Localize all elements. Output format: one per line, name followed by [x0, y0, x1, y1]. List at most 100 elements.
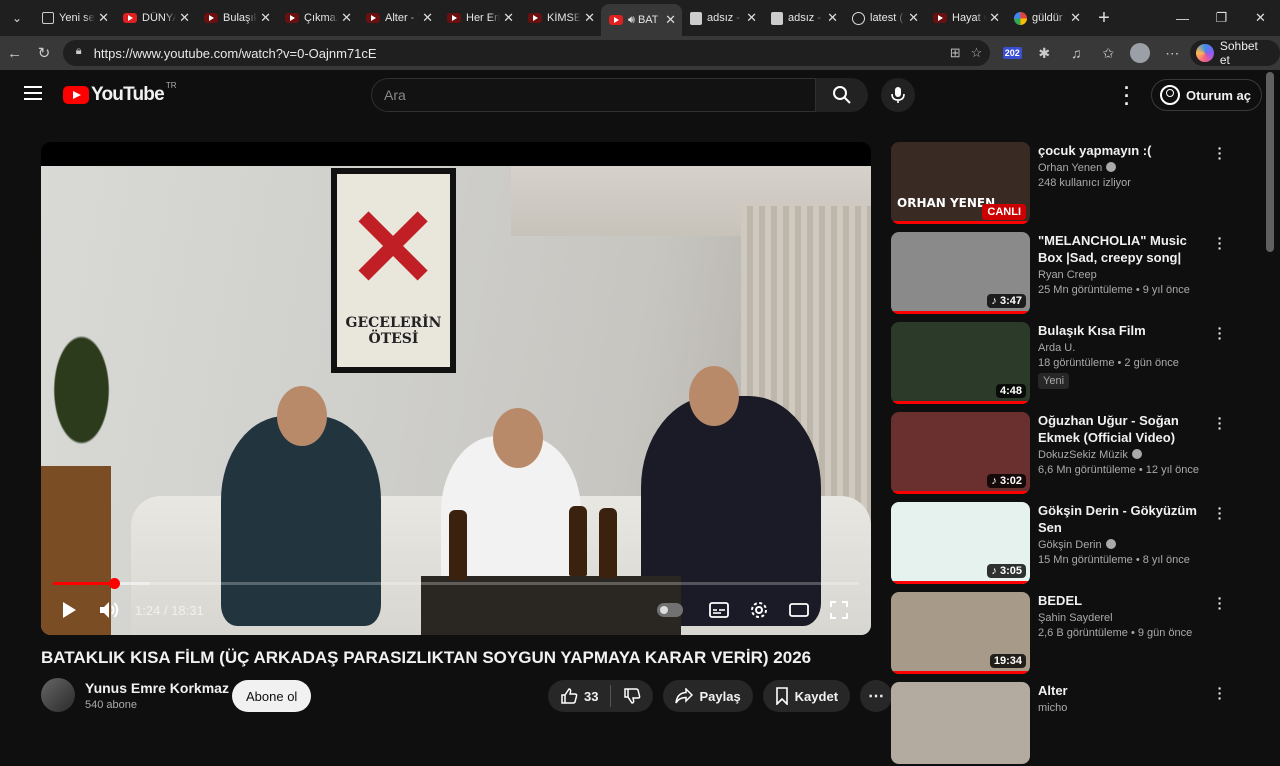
recommended-channel[interactable]: Arda U.: [1038, 342, 1075, 354]
minimize-button[interactable]: —: [1163, 11, 1202, 26]
browser-tab[interactable]: Bulaşık ✕: [196, 3, 277, 33]
settings-button[interactable]: [739, 590, 779, 630]
maximize-button[interactable]: ❐: [1202, 10, 1241, 26]
search-input[interactable]: [384, 87, 815, 103]
browser-tab[interactable]: Hayat Ç✕: [925, 3, 1006, 33]
new-tab-button[interactable]: +: [1087, 7, 1121, 30]
close-tab-icon[interactable]: ✕: [1070, 10, 1081, 26]
recommended-video[interactable]: ♪ 3:02 Oğuzhan Uğur - Soğan Ekmek (Offici…: [891, 411, 1236, 496]
save-button[interactable]: Kaydet: [762, 680, 851, 712]
close-tab-icon[interactable]: ✕: [260, 10, 271, 26]
voice-search-button[interactable]: [881, 78, 915, 112]
video-frame[interactable]: ✕ GECELERİN ÖTESİ: [41, 166, 871, 635]
close-window-button[interactable]: ✕: [1241, 10, 1280, 26]
recommended-title[interactable]: "MELANCHOLIA" Music Box |Sad, creepy son…: [1038, 232, 1208, 266]
browser-tab[interactable]: DÜNYA ✕: [115, 3, 196, 33]
recommended-title[interactable]: BEDEL: [1038, 592, 1208, 609]
channel-avatar[interactable]: [41, 678, 75, 712]
youtube-logo[interactable]: YouTube TR: [63, 81, 177, 106]
recommended-channel[interactable]: Ryan Creep: [1038, 269, 1097, 281]
close-tab-icon[interactable]: ✕: [989, 10, 1000, 26]
settings-more-icon[interactable]: ⋯: [1156, 45, 1188, 62]
video-thumbnail[interactable]: ORHAN YENEN CANLI: [891, 142, 1030, 224]
close-tab-icon[interactable]: ✕: [179, 10, 190, 26]
theater-mode-button[interactable]: [779, 590, 819, 630]
close-tab-icon[interactable]: ✕: [422, 10, 433, 26]
url-text[interactable]: https://www.youtube.com/watch?v=0-Oajnm7…: [94, 46, 940, 61]
menu-icon[interactable]: [24, 86, 42, 100]
recommended-channel[interactable]: DokuzSekiz Müzik: [1038, 449, 1128, 461]
more-actions-button[interactable]: ⋯: [860, 680, 893, 712]
subtitles-button[interactable]: [699, 590, 739, 630]
video-menu-kebab-icon[interactable]: · · ·: [1215, 321, 1225, 345]
tab-list-button[interactable]: ⌄: [0, 0, 34, 36]
search-button[interactable]: [816, 78, 868, 112]
close-tab-icon[interactable]: ✕: [503, 10, 514, 26]
share-button[interactable]: Paylaş: [663, 680, 753, 712]
browser-tab[interactable]: güldür ✕: [1006, 3, 1087, 33]
fullscreen-button[interactable]: [819, 590, 859, 630]
recommended-video[interactable]: 4:48 Bulaşık Kısa Film Arda U. 18 görüntüle…: [891, 321, 1236, 406]
close-tab-icon[interactable]: ✕: [341, 10, 352, 26]
copilot-button[interactable]: Sohbet et: [1190, 39, 1280, 67]
extensions-icon[interactable]: ✱: [1028, 45, 1060, 62]
recommended-title[interactable]: Alter: [1038, 682, 1208, 699]
recommended-video[interactable]: 19:34 BEDEL Şahin Sayderel 2,6 B görüntülem…: [891, 591, 1236, 676]
progress-bar[interactable]: [53, 578, 859, 589]
back-button[interactable]: ←: [0, 45, 29, 62]
recommended-title[interactable]: Bulaşık Kısa Film: [1038, 322, 1208, 339]
browser-tab[interactable]: adsız - ✕: [763, 3, 844, 33]
like-button[interactable]: 33: [548, 680, 610, 712]
speaker-icon[interactable]: 🔊︎: [628, 14, 635, 27]
video-thumbnail[interactable]: ♪ 3:05: [891, 502, 1030, 584]
video-thumbnail[interactable]: [891, 682, 1030, 764]
settings-kebab-icon[interactable]: · · ·: [1117, 79, 1137, 113]
video-menu-kebab-icon[interactable]: · · ·: [1215, 141, 1225, 165]
recommended-video[interactable]: ORHAN YENEN CANLI çocuk yapmayın :( Orhan Y…: [891, 141, 1236, 226]
video-menu-kebab-icon[interactable]: · · ·: [1215, 411, 1225, 435]
dislike-button[interactable]: [611, 680, 653, 712]
close-tab-icon[interactable]: ✕: [584, 10, 595, 26]
browser-tab[interactable]: Çıkmaz ✕: [277, 3, 358, 33]
extension-badge-icon[interactable]: 202: [996, 47, 1028, 59]
video-thumbnail[interactable]: ♪ 3:02: [891, 412, 1030, 494]
recommended-channel[interactable]: Şahin Sayderel: [1038, 612, 1113, 624]
play-button[interactable]: [49, 590, 89, 630]
browser-tab[interactable]: Her Erk ✕: [439, 3, 520, 33]
recommended-title[interactable]: Oğuzhan Uğur - Soğan Ekmek (Official Vid…: [1038, 412, 1208, 446]
subscribe-button[interactable]: Abone ol: [232, 680, 312, 712]
mute-button[interactable]: [89, 590, 129, 630]
recommended-channel[interactable]: Gökşin Derin: [1038, 539, 1102, 551]
video-thumbnail[interactable]: 4:48: [891, 322, 1030, 404]
channel-name[interactable]: Yunus Emre Korkmaz: [85, 680, 229, 696]
performance-icon[interactable]: ♫: [1060, 45, 1092, 61]
browser-tab[interactable]: Alter - Y✕: [358, 3, 439, 33]
close-tab-icon[interactable]: ✕: [827, 10, 838, 26]
app-available-icon[interactable]: ⊞: [950, 45, 961, 61]
video-menu-kebab-icon[interactable]: · · ·: [1215, 591, 1225, 615]
address-bar[interactable]: 🔒︎ https://www.youtube.com/watch?v=0-Oaj…: [62, 40, 991, 66]
favorites-icon[interactable]: ✩: [1092, 45, 1124, 62]
close-tab-icon[interactable]: ✕: [98, 10, 109, 26]
signin-button[interactable]: Oturum aç: [1151, 79, 1263, 111]
video-menu-kebab-icon[interactable]: · · ·: [1215, 501, 1225, 525]
browser-tab[interactable]: KİMSEY✕: [520, 3, 601, 33]
recommended-video[interactable]: ♪ 3:47 "MELANCHOLIA" Music Box |Sad, cree…: [891, 231, 1236, 316]
recommended-title[interactable]: Gökşin Derin - Gökyüzüm Sen: [1038, 502, 1208, 536]
browser-tab[interactable]: adsız - ✕: [682, 3, 763, 33]
profile-avatar[interactable]: [1130, 43, 1151, 63]
reload-button[interactable]: ↻: [29, 44, 58, 62]
browser-tab[interactable]: latest (1✕: [844, 3, 925, 33]
video-thumbnail[interactable]: ♪ 3:47: [891, 232, 1030, 314]
close-tab-icon[interactable]: ✕: [908, 10, 919, 26]
close-tab-icon[interactable]: ✕: [665, 12, 676, 28]
recommended-channel[interactable]: micho: [1038, 702, 1067, 714]
recommended-channel[interactable]: Orhan Yenen: [1038, 162, 1102, 174]
page-scrollbar[interactable]: [1266, 72, 1274, 252]
site-info-icon[interactable]: 🔒︎: [71, 45, 87, 61]
recommended-video[interactable]: Alter micho · · ·: [891, 681, 1236, 766]
autoplay-toggle[interactable]: [657, 603, 683, 617]
recommended-video[interactable]: ♪ 3:05 Gökşin Derin - Gökyüzüm Sen Gökşin …: [891, 501, 1236, 586]
recommended-title[interactable]: çocuk yapmayın :(: [1038, 142, 1208, 159]
video-thumbnail[interactable]: 19:34: [891, 592, 1030, 674]
